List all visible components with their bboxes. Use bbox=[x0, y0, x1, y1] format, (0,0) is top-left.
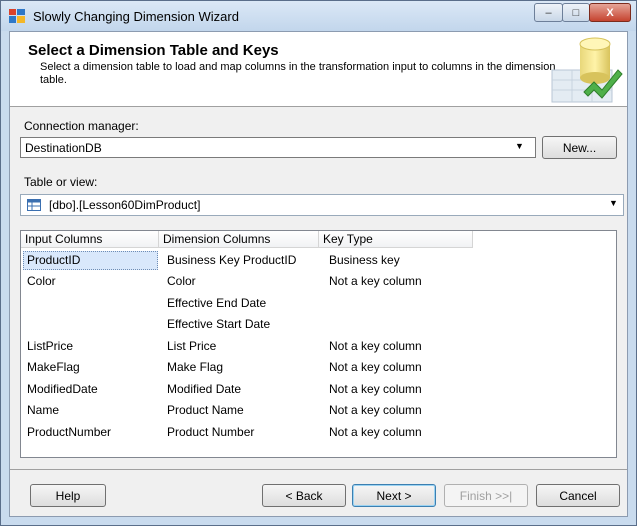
back-button[interactable]: < Back bbox=[262, 484, 346, 507]
page-title: Select a Dimension Table and Keys bbox=[28, 42, 279, 59]
window-title: Slowly Changing Dimension Wizard bbox=[33, 9, 239, 24]
dimension-column-cell[interactable]: Make Flag bbox=[167, 360, 223, 374]
page-description: Select a dimension table to load and map… bbox=[40, 61, 556, 86]
dimension-column-cell[interactable]: Color bbox=[167, 274, 196, 288]
column-header-key-type[interactable]: Key Type bbox=[319, 231, 473, 248]
connection-manager-label: Connection manager: bbox=[24, 119, 139, 133]
dimension-column-cell[interactable]: Product Number bbox=[167, 425, 254, 439]
key-type-cell[interactable]: Not a key column bbox=[329, 382, 422, 396]
table-row[interactable]: Name Product Name Not a key column bbox=[21, 400, 616, 421]
table-row[interactable]: ProductID Business Key ProductID Busines… bbox=[21, 250, 616, 271]
table-row[interactable]: Effective End Date bbox=[21, 293, 616, 314]
finish-button[interactable]: Finish >>| bbox=[444, 484, 528, 507]
dimension-column-cell[interactable]: Effective Start Date bbox=[167, 317, 270, 331]
close-button[interactable]: X bbox=[589, 3, 631, 22]
table-row[interactable]: Color Color Not a key column bbox=[21, 271, 616, 292]
input-column-cell[interactable]: ProductID bbox=[27, 253, 80, 267]
next-button[interactable]: Next > bbox=[352, 484, 436, 507]
page-header: Select a Dimension Table and Keys Select… bbox=[10, 32, 627, 107]
help-label: Help bbox=[55, 488, 81, 503]
connection-manager-select[interactable]: DestinationDB ▼ bbox=[20, 137, 536, 158]
key-type-cell[interactable]: Not a key column bbox=[329, 360, 422, 374]
input-column-cell[interactable]: ProductNumber bbox=[27, 425, 111, 439]
new-connection-button[interactable]: New... bbox=[542, 136, 617, 159]
chevron-down-icon[interactable]: ▼ bbox=[515, 141, 524, 151]
input-column-cell[interactable]: ModifiedDate bbox=[27, 382, 98, 396]
column-mapping-grid[interactable]: Input Columns Dimension Columns Key Type… bbox=[20, 230, 617, 458]
wizard-window: Slowly Changing Dimension Wizard – □ X S… bbox=[0, 0, 637, 526]
wizard-page: Select a Dimension Table and Keys Select… bbox=[9, 31, 628, 517]
cancel-button[interactable]: Cancel bbox=[536, 484, 620, 507]
input-column-cell[interactable]: ListPrice bbox=[27, 339, 73, 353]
table-or-view-label: Table or view: bbox=[24, 175, 98, 189]
title-bar[interactable]: Slowly Changing Dimension Wizard – □ X bbox=[1, 1, 636, 31]
table-row[interactable]: ListPrice List Price Not a key column bbox=[21, 336, 616, 357]
dimension-column-cell[interactable]: Product Name bbox=[167, 403, 244, 417]
dimension-column-cell[interactable]: Business Key ProductID bbox=[167, 253, 296, 267]
chevron-down-icon[interactable]: ▼ bbox=[609, 198, 618, 208]
table-row[interactable]: ProductNumber Product Number Not a key c… bbox=[21, 422, 616, 443]
wizard-app-icon bbox=[9, 9, 25, 23]
table-icon bbox=[27, 199, 41, 211]
dimension-column-cell[interactable]: Modified Date bbox=[167, 382, 241, 396]
minimize-button[interactable]: – bbox=[534, 3, 563, 22]
minimize-icon: – bbox=[545, 6, 552, 19]
column-header-input[interactable]: Input Columns bbox=[21, 231, 159, 248]
table-or-view-select[interactable]: [dbo].[Lesson60DimProduct] ▼ bbox=[20, 194, 624, 216]
key-type-cell[interactable]: Not a key column bbox=[329, 403, 422, 417]
new-connection-label: New... bbox=[562, 140, 597, 155]
back-label: < Back bbox=[285, 488, 323, 503]
help-button[interactable]: Help bbox=[30, 484, 106, 507]
table-row[interactable]: Effective Start Date bbox=[21, 314, 616, 335]
finish-label: Finish >>| bbox=[459, 488, 513, 503]
key-type-cell[interactable]: Not a key column bbox=[329, 274, 422, 288]
input-column-cell[interactable]: Color bbox=[27, 274, 56, 288]
connection-manager-value: DestinationDB bbox=[25, 141, 102, 155]
column-header-dimension[interactable]: Dimension Columns bbox=[159, 231, 319, 248]
footer-separator bbox=[10, 469, 627, 470]
dimension-table-icon bbox=[550, 34, 624, 104]
key-type-cell[interactable]: Not a key column bbox=[329, 339, 422, 353]
dimension-column-cell[interactable]: Effective End Date bbox=[167, 296, 266, 310]
maximize-button[interactable]: □ bbox=[562, 3, 590, 22]
table-row[interactable]: MakeFlag Make Flag Not a key column bbox=[21, 357, 616, 378]
cancel-label: Cancel bbox=[559, 488, 597, 503]
next-label: Next > bbox=[376, 488, 412, 503]
table-row[interactable]: ModifiedDate Modified Date Not a key col… bbox=[21, 379, 616, 400]
close-icon: X bbox=[606, 6, 614, 19]
maximize-icon: □ bbox=[572, 6, 580, 19]
dimension-column-cell[interactable]: List Price bbox=[167, 339, 216, 353]
table-or-view-value: [dbo].[Lesson60DimProduct] bbox=[49, 198, 201, 212]
input-column-cell[interactable]: MakeFlag bbox=[27, 360, 80, 374]
key-type-cell[interactable]: Business key bbox=[329, 253, 400, 267]
input-column-cell[interactable]: Name bbox=[27, 403, 59, 417]
key-type-cell[interactable]: Not a key column bbox=[329, 425, 422, 439]
